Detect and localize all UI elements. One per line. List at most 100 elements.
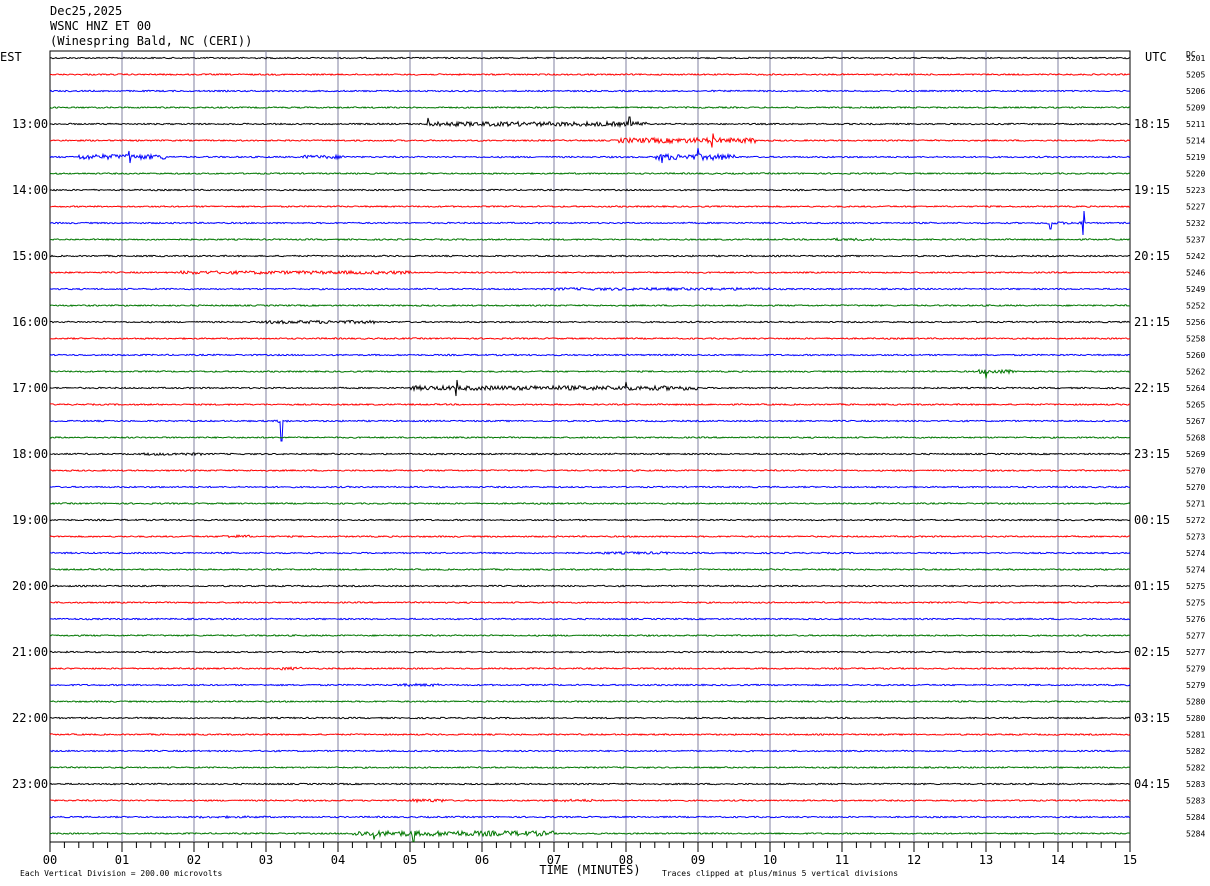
trace-row-26 [49, 485, 1131, 489]
trace-row-24 [49, 452, 1131, 457]
left-hour-label: 20:00 [12, 579, 48, 593]
trace-row-25 [49, 468, 1131, 473]
right-hour-label: 22:15 [1134, 381, 1170, 395]
x-tick-label: 15 [1123, 853, 1137, 867]
dc-value: 5258 [1186, 335, 1205, 344]
trace-row-46 [49, 814, 1131, 819]
trace-layer [49, 56, 1131, 842]
dc-value: 5270 [1186, 483, 1205, 492]
left-hour-label: 23:00 [12, 777, 48, 791]
trace-row-17 [50, 336, 1131, 340]
dc-value: 5283 [1186, 797, 1205, 806]
trace-row-27 [49, 501, 1131, 505]
dc-value: 5279 [1186, 665, 1205, 674]
trace-row-4 [49, 116, 1131, 129]
trace-row-8 [49, 188, 1131, 192]
dc-value: 5282 [1186, 764, 1205, 773]
trace-row-34 [49, 617, 1131, 621]
dc-value: 5273 [1186, 533, 1205, 542]
left-hour-label: 14:00 [12, 183, 48, 197]
dc-value: 5223 [1186, 186, 1205, 195]
dc-value: 5260 [1186, 351, 1205, 360]
right-hour-label: 20:15 [1134, 249, 1170, 263]
trace-row-0 [49, 56, 1131, 60]
trace-row-38 [50, 682, 1131, 688]
dc-value: 5284 [1186, 830, 1205, 839]
dc-value: 5232 [1186, 219, 1205, 228]
dc-value: 5256 [1186, 318, 1205, 327]
trace-row-39 [50, 700, 1131, 703]
dc-value: 5281 [1186, 731, 1205, 740]
x-tick-label: 05 [403, 853, 417, 867]
x-tick-label: 09 [691, 853, 705, 867]
trace-row-32 [50, 584, 1131, 588]
right-hour-label: 01:15 [1134, 579, 1170, 593]
left-hour-label: 17:00 [12, 381, 48, 395]
right-axis-label: UTC [1145, 50, 1167, 64]
dc-value: 5220 [1186, 170, 1205, 179]
trace-row-30 [49, 550, 1131, 556]
trace-row-42 [50, 749, 1131, 753]
dc-value: 5282 [1186, 747, 1205, 756]
trace-row-2 [49, 89, 1131, 93]
x-tick-label: 04 [331, 853, 345, 867]
right-hour-label: 03:15 [1134, 711, 1170, 725]
plot-frame [49, 50, 1131, 843]
trace-row-5 [50, 133, 1131, 148]
left-hour-label: 13:00 [12, 117, 48, 131]
trace-row-7 [49, 171, 1131, 175]
trace-row-37 [49, 666, 1131, 671]
dc-value: 5205 [1186, 71, 1205, 80]
trace-row-40 [50, 716, 1131, 720]
dc-value: 5279 [1186, 681, 1205, 690]
dc-value: 5283 [1186, 780, 1205, 789]
x-axis-label: TIME (MINUTES) [539, 863, 640, 877]
x-tick-label: 11 [835, 853, 849, 867]
trace-row-6 [49, 147, 1131, 164]
right-hour-label: 00:15 [1134, 513, 1170, 527]
dc-value: 5227 [1186, 203, 1205, 212]
dc-value: 5206 [1186, 87, 1205, 96]
trace-row-20 [49, 379, 1130, 397]
right-hour-label: 04:15 [1134, 777, 1170, 791]
left-hour-label: 22:00 [12, 711, 48, 725]
trace-row-47 [49, 829, 1130, 842]
dc-value: 5270 [1186, 467, 1205, 476]
dc-value: 5284 [1186, 813, 1205, 822]
dc-value: 5267 [1186, 417, 1205, 426]
trace-row-3 [49, 106, 1131, 109]
dc-value: 5246 [1186, 269, 1205, 278]
trace-row-36 [49, 650, 1131, 654]
trace-row-28 [49, 518, 1131, 522]
grid-layer [49, 50, 1131, 852]
trace-row-31 [49, 567, 1131, 572]
dc-value: 5275 [1186, 582, 1205, 591]
right-hour-label: 02:15 [1134, 645, 1170, 659]
dc-value: 5269 [1186, 450, 1205, 459]
dc-value: 5214 [1186, 137, 1205, 146]
trace-row-15 [49, 303, 1131, 308]
trace-row-13 [49, 269, 1131, 276]
dc-value: 5277 [1186, 648, 1205, 657]
dc-value: 5252 [1186, 302, 1205, 311]
trace-row-41 [49, 732, 1131, 737]
dc-value: 5268 [1186, 434, 1205, 443]
dc-value: 5276 [1186, 615, 1205, 624]
dc-value: 5262 [1186, 368, 1205, 377]
right-hour-label: 18:15 [1134, 117, 1170, 131]
dc-value: 5277 [1186, 632, 1205, 641]
left-hour-label: 19:00 [12, 513, 48, 527]
left-hour-label: 21:00 [12, 645, 48, 659]
dc-value: 5264 [1186, 384, 1205, 393]
x-tick-label: 06 [475, 853, 489, 867]
left-hour-label: 16:00 [12, 315, 48, 329]
dc-value: 5249 [1186, 285, 1205, 294]
trace-row-16 [49, 319, 1131, 325]
dc-value: 5237 [1186, 236, 1205, 245]
trace-row-23 [49, 436, 1131, 439]
footer-right: Traces clipped at plus/minus 5 vertical … [662, 869, 898, 878]
dc-value: 5280 [1186, 714, 1205, 723]
trace-row-43 [49, 766, 1131, 769]
trace-row-29 [49, 534, 1131, 539]
dc-value: 5242 [1186, 252, 1205, 261]
